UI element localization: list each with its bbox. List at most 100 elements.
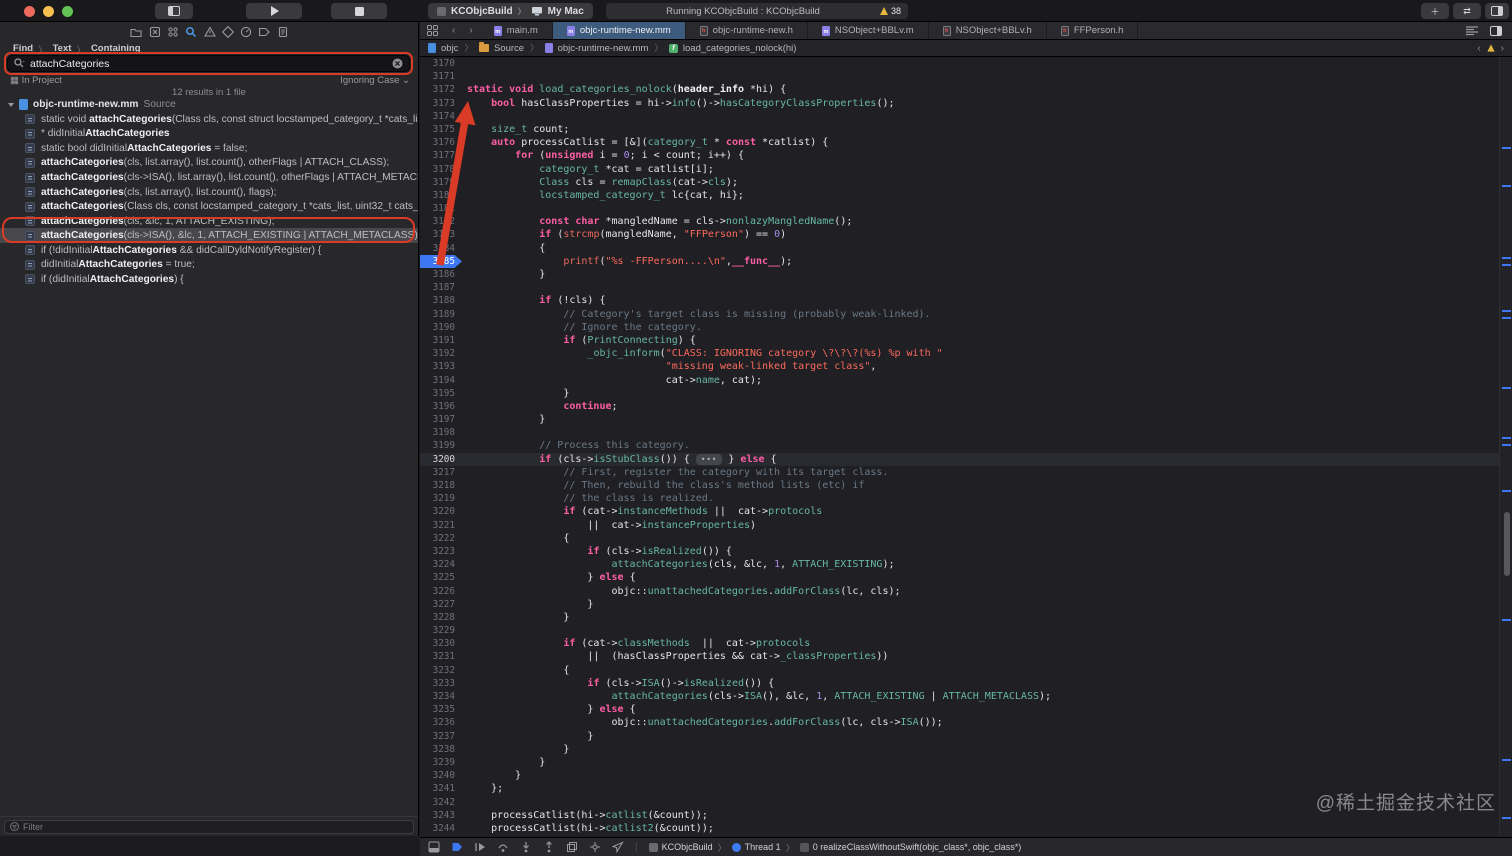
- code-text[interactable]: // Then, rebuild the class's method list…: [462, 479, 864, 492]
- search-result-row[interactable]: static void attachCategories(Class cls, …: [0, 112, 418, 127]
- breakpoint-marker[interactable]: 3185: [420, 254, 462, 268]
- code-text[interactable]: {: [462, 664, 569, 677]
- code-text[interactable]: const char *mangledName = cls->nonlazyMa…: [462, 215, 852, 228]
- code-text[interactable]: [462, 624, 467, 637]
- code-text[interactable]: if (cat->instanceMethods || cat->protoco…: [462, 505, 822, 518]
- code-text[interactable]: size_t count;: [462, 123, 569, 136]
- jump-crumb-Source[interactable]: Source: [478, 42, 524, 54]
- code-text[interactable]: [462, 281, 467, 294]
- minimap-icon[interactable]: [1466, 25, 1478, 36]
- minimize-button[interactable]: [43, 6, 54, 17]
- code-text[interactable]: [462, 110, 467, 123]
- line-number[interactable]: 3238: [420, 743, 462, 756]
- search-result-row[interactable]: attachCategories(cls, &lc, 1, ATTACH_EXI…: [0, 214, 418, 229]
- line-number[interactable]: 3197: [420, 413, 462, 426]
- code-text[interactable]: bool hasClassProperties = hi->info()->ha…: [462, 97, 894, 110]
- line-number[interactable]: 3187: [420, 281, 462, 294]
- code-text[interactable]: // Process this category.: [462, 439, 690, 452]
- tab-NSObject+BBLv.h[interactable]: h NSObject+BBLv.h: [929, 22, 1047, 39]
- close-button[interactable]: [24, 6, 35, 17]
- tab-objc-runtime-new.mm[interactable]: m objc-runtime-new.mm: [552, 22, 686, 39]
- code-text[interactable]: }: [462, 743, 569, 756]
- tests-icon[interactable]: [221, 25, 235, 39]
- activity-viewer[interactable]: Running KCObjcBuild : KCObjcBuild 38: [606, 3, 908, 19]
- code-text[interactable]: // Ignore the category.: [462, 321, 701, 334]
- hide-debug-area-icon[interactable]: [428, 841, 440, 853]
- line-number[interactable]: 3192: [420, 347, 462, 360]
- line-number[interactable]: 3177: [420, 149, 462, 162]
- line-number[interactable]: 3220: [420, 505, 462, 518]
- line-number[interactable]: 3179: [420, 176, 462, 189]
- forward-button[interactable]: ›: [462, 22, 479, 39]
- code-text[interactable]: } else {: [462, 571, 635, 584]
- tab-NSObject+BBLv.m[interactable]: m NSObject+BBLv.m: [808, 22, 929, 39]
- line-number[interactable]: 3173: [420, 97, 462, 110]
- line-number[interactable]: 3243: [420, 809, 462, 822]
- line-number[interactable]: 3188: [420, 294, 462, 307]
- source-editor[interactable]: 3170 3171 3172 static void load_categories_…: [420, 57, 1512, 837]
- code-text[interactable]: Class cls = remapClass(cat->cls);: [462, 176, 738, 189]
- symbols-icon[interactable]: [166, 25, 180, 39]
- code-text[interactable]: if (cat->classMethods || cat->protocols: [462, 637, 810, 650]
- step-into-icon[interactable]: [520, 841, 532, 853]
- code-text[interactable]: }: [462, 769, 521, 782]
- code-text[interactable]: locstamped_category_t lc{cat, hi};: [462, 189, 744, 202]
- code-text[interactable]: auto processCatlist = [&](category_t * c…: [462, 136, 828, 149]
- code-fold-ellipsis[interactable]: •••: [695, 453, 723, 465]
- next-issue-button[interactable]: ›: [1501, 43, 1504, 54]
- line-number[interactable]: 3184: [420, 242, 462, 255]
- line-number[interactable]: 3225: [420, 571, 462, 584]
- debug-crumb[interactable]: 0 realizeClassWithoutSwift(objc_class*, …: [799, 842, 1021, 852]
- line-number[interactable]: 3237: [420, 730, 462, 743]
- prev-issue-button[interactable]: ‹: [1477, 43, 1480, 54]
- code-text[interactable]: if (cls->isStubClass()) { ••• } else {: [462, 453, 777, 466]
- code-text[interactable]: if (cls->isRealized()) {: [462, 545, 732, 558]
- continue-icon[interactable]: [474, 841, 486, 853]
- line-number[interactable]: 3236: [420, 716, 462, 729]
- search-result-row[interactable]: didInitialAttachCategories = true;: [0, 258, 418, 273]
- breakpoints-toggle-icon[interactable]: [451, 841, 463, 853]
- toggle-navigator-button[interactable]: [155, 3, 193, 19]
- line-number[interactable]: 3176: [420, 136, 462, 149]
- tab-objc-runtime-new.h[interactable]: h objc-runtime-new.h: [686, 22, 808, 39]
- run-button[interactable]: [246, 3, 302, 19]
- search-input[interactable]: attachCategories: [7, 55, 410, 72]
- line-number[interactable]: 3181: [420, 202, 462, 215]
- code-text[interactable]: || (hasClassProperties && cat->_classPro…: [462, 650, 888, 663]
- code-text[interactable]: // First, register the category with its…: [462, 466, 888, 479]
- code-text[interactable]: // Category's target class is missing (p…: [462, 308, 930, 321]
- code-text[interactable]: } else {: [462, 703, 635, 716]
- line-number[interactable]: 3180: [420, 189, 462, 202]
- line-number[interactable]: 3229: [420, 624, 462, 637]
- line-number[interactable]: 3199: [420, 439, 462, 452]
- search-result-row[interactable]: if (didInitialAttachCategories) {: [0, 272, 418, 287]
- line-number[interactable]: 3242: [420, 796, 462, 809]
- code-text[interactable]: [462, 796, 467, 809]
- line-number[interactable]: 3182: [420, 215, 462, 228]
- scope-in-project[interactable]: ▦ In Project: [10, 75, 62, 86]
- issues-icon[interactable]: [203, 25, 217, 39]
- step-out-icon[interactable]: [543, 841, 555, 853]
- zoom-button[interactable]: [62, 6, 73, 17]
- line-number[interactable]: 3191: [420, 334, 462, 347]
- code-text[interactable]: [462, 202, 467, 215]
- project-navigator-icon[interactable]: [129, 25, 143, 39]
- search-result-row[interactable]: attachCategories(Class cls, const locsta…: [0, 199, 418, 214]
- search-result-row[interactable]: * didInitialAttachCategories: [0, 127, 418, 142]
- line-number[interactable]: 3195: [420, 387, 462, 400]
- scrollbar-thumb[interactable]: [1504, 512, 1510, 576]
- code-text[interactable]: static void load_categories_nolock(heade…: [462, 83, 786, 96]
- jump-crumb-objc-runtime-new.mm[interactable]: objc-runtime-new.mm: [544, 43, 648, 54]
- code-text[interactable]: printf("%s -FFPerson....\n",__func__);: [462, 255, 792, 268]
- jump-crumb-objc[interactable]: objc: [428, 43, 458, 54]
- code-text[interactable]: for (unsigned i = 0; i < count; i++) {: [462, 149, 744, 162]
- code-text[interactable]: || cat->instanceProperties): [462, 519, 756, 532]
- line-number[interactable]: 3178: [420, 163, 462, 176]
- view-hierarchy-icon[interactable]: [566, 841, 578, 853]
- line-number[interactable]: 3231: [420, 650, 462, 663]
- step-over-icon[interactable]: [497, 841, 509, 853]
- add-editor-button[interactable]: ＋: [1421, 3, 1449, 19]
- line-number[interactable]: 3224: [420, 558, 462, 571]
- clear-search-icon[interactable]: [392, 58, 403, 69]
- code-text[interactable]: objc::unattachedCategories.addForClass(l…: [462, 716, 942, 729]
